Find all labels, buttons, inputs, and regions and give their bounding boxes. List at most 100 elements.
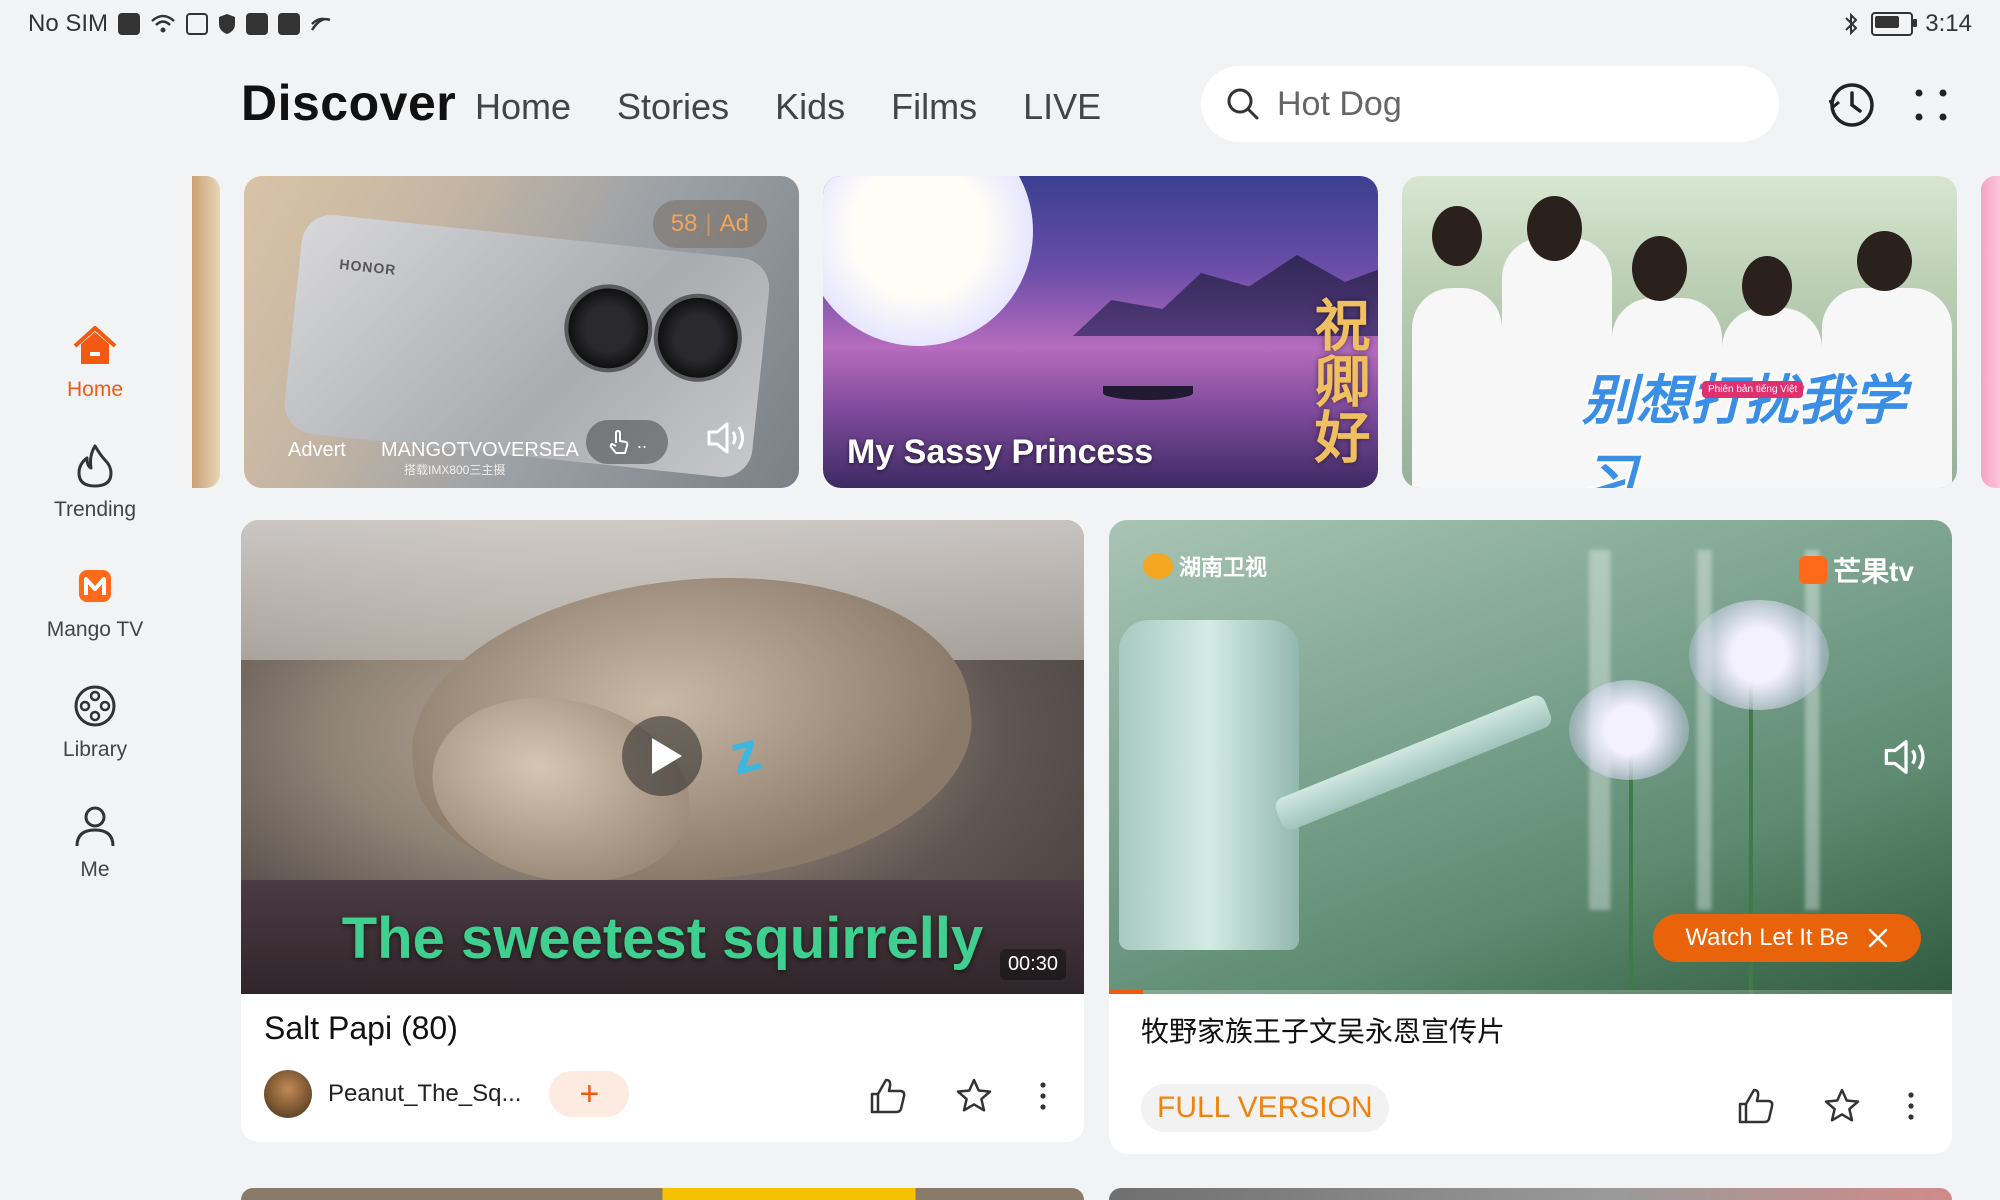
platform-logo: 芒果tv (1799, 550, 1914, 590)
mango-logo-icon (1799, 556, 1828, 584)
favorite-star-icon[interactable] (954, 1076, 994, 1116)
cast-icon (186, 13, 209, 35)
video-thumbnail[interactable]: z The sweetest squirrelly 00:30 (241, 520, 1084, 994)
notification-icon (118, 13, 141, 35)
ad-countdown-badge[interactable]: 58 | Ad (652, 200, 767, 248)
sidebar-item-home[interactable]: Home (0, 322, 190, 402)
camera-lens (649, 289, 747, 387)
featured-banner-princess[interactable]: 祝卿好 My Sassy Princess (823, 176, 1378, 488)
camera-lens (559, 280, 657, 377)
full-version-badge[interactable]: FULL VERSION (1141, 1084, 1389, 1132)
signal-icon (310, 17, 331, 31)
tab-live[interactable]: LIVE (1023, 86, 1101, 128)
more-grid-icon[interactable] (1906, 80, 1956, 130)
moon-image (823, 176, 1033, 346)
clock: 3:14 (1925, 10, 1972, 37)
watch-full-button[interactable]: Watch Let It Be (1653, 914, 1921, 962)
flower (1569, 680, 1689, 780)
phone-brand-text: HONOR (338, 256, 398, 278)
next-video-card-peek[interactable] (241, 1188, 1084, 1200)
video-title[interactable]: Salt Papi (80) (264, 1010, 458, 1047)
flower (1689, 600, 1829, 710)
tab-home[interactable]: Home (475, 86, 571, 128)
sidebar-item-trending[interactable]: Trending (0, 442, 190, 522)
video-caption: The sweetest squirrelly (341, 906, 984, 971)
cast-member-head (1632, 236, 1687, 301)
tab-stories[interactable]: Stories (617, 86, 729, 128)
ad-subtitle: 搭载IMX800三主摄 (404, 463, 506, 477)
platform-logo-text: 芒果tv (1833, 556, 1914, 587)
sidebar-item-label: Library (62, 738, 128, 761)
boat-image (1103, 386, 1193, 400)
next-video-card-peek[interactable] (1109, 1188, 1952, 1200)
vietnamese-version-tag: Phiên bản tiếng Việt (1702, 381, 1804, 398)
bluetooth-icon (1845, 12, 1858, 36)
more-options-icon[interactable] (1023, 1076, 1063, 1116)
ad-tag: Ad (719, 210, 749, 237)
status-bar: No SIM 3:14 (0, 0, 2000, 48)
show-title-art: 别想打扰我学习 (1582, 371, 1906, 488)
video-progress-fill (1109, 990, 1143, 994)
mango-tv-icon (79, 570, 111, 602)
hunan-tv-icon (1143, 553, 1173, 579)
carrier-label: No SIM (28, 10, 109, 37)
hms-icon (278, 13, 301, 35)
search-input[interactable] (1275, 83, 1759, 125)
search-bar[interactable] (1201, 66, 1779, 142)
author-row: Peanut_The_Sq... + (264, 1070, 630, 1118)
history-icon[interactable] (1827, 80, 1877, 130)
sidebar-item-label: Home (66, 378, 124, 401)
watch-button-label: Watch Let It Be (1685, 924, 1849, 951)
tab-films[interactable]: Films (891, 86, 977, 128)
close-icon[interactable] (1867, 927, 1889, 949)
header: Discover Home Stories Kids Films LIVE (0, 60, 2000, 150)
ad-label: Advert (288, 439, 346, 461)
page-title: Discover (241, 75, 457, 131)
sidebar-item-mango-tv[interactable]: Mango TV (0, 562, 190, 642)
calligraphy-title: 祝卿好 (1305, 296, 1371, 464)
tap-hand-icon (609, 429, 629, 454)
carousel-peek-left[interactable] (192, 176, 220, 488)
play-button[interactable] (622, 716, 702, 796)
top-tabs: Home Stories Kids Films LIVE (475, 86, 1101, 128)
ad-brand-label: MANGOTVOVERSEA (381, 439, 579, 461)
person-icon (75, 806, 115, 847)
channel-logo: 湖南卫视 (1143, 550, 1267, 582)
sound-icon[interactable] (1882, 735, 1930, 779)
search-icon (1227, 88, 1259, 120)
watering-can-spout (1272, 692, 1555, 833)
wifi-icon (151, 14, 175, 33)
ad-banner[interactable]: HONOR 58 | Ad Advert MANGOTVOVERSEA 搭载IM… (244, 176, 799, 488)
home-icon (73, 326, 117, 364)
banner-caption: My Sassy Princess (847, 433, 1154, 471)
video-title[interactable]: 牧野家族王子文吴永恩宣传片 (1141, 1010, 1505, 1050)
video-thumbnail[interactable]: 湖南卫视 芒果tv Watch Let It Be (1109, 520, 1952, 994)
cast-member-head (1432, 206, 1482, 266)
like-icon[interactable] (1736, 1086, 1776, 1126)
video-card[interactable]: 湖南卫视 芒果tv Watch Let It Be 牧野家族王子文吴永恩宣传片 … (1109, 520, 1952, 1154)
favorite-star-icon[interactable] (1822, 1086, 1862, 1126)
cast-member-head (1742, 256, 1792, 316)
cast-member (1412, 288, 1502, 488)
video-card[interactable]: z The sweetest squirrelly 00:30 Salt Pap… (241, 520, 1084, 1142)
like-icon[interactable] (868, 1076, 908, 1116)
featured-banner-school[interactable]: 别想打扰我学习 Phiên bản tiếng Việt (1402, 176, 1957, 488)
carousel-peek-right[interactable] (1981, 176, 2000, 488)
sidebar-item-me[interactable]: Me (0, 802, 190, 882)
app-a-icon (246, 13, 269, 35)
channel-logo-text: 湖南卫视 (1179, 555, 1268, 580)
video-duration: 00:30 (999, 949, 1066, 980)
tab-kids[interactable]: Kids (775, 86, 845, 128)
video-progress-track[interactable] (1109, 990, 1952, 994)
battery-level (1875, 16, 1900, 28)
flame-icon (77, 444, 113, 488)
avatar[interactable] (264, 1070, 312, 1118)
sidebar-item-label: Me (80, 858, 110, 881)
ad-interact-button[interactable]: .. (586, 420, 668, 464)
shield-icon (219, 14, 236, 34)
sound-icon[interactable] (705, 418, 749, 458)
more-options-icon[interactable] (1891, 1086, 1931, 1126)
author-name[interactable]: Peanut_The_Sq... (328, 1080, 521, 1108)
follow-button[interactable]: + (549, 1071, 630, 1117)
sidebar-item-library[interactable]: Library (0, 682, 190, 762)
